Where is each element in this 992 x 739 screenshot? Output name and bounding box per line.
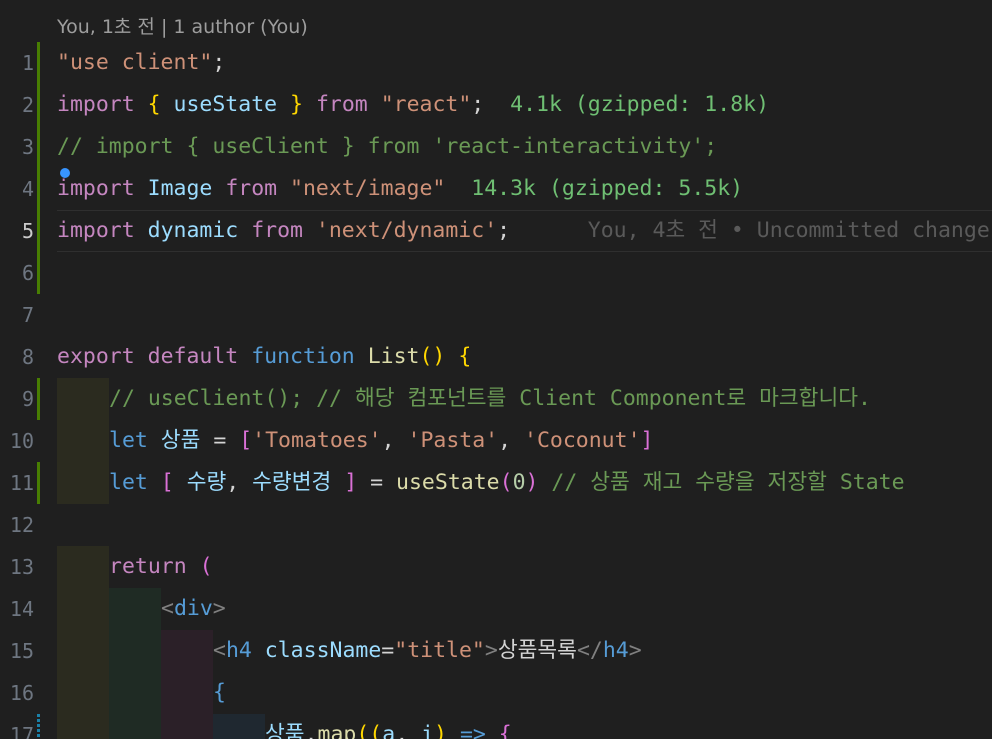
indent-guide [57,420,109,462]
codelens-authors[interactable]: You, 1초 전 | 1 author (You) [57,12,308,39]
indent-guide [109,630,161,672]
code-line[interactable]: 10 let 상품 = ['Tomatoes', 'Pasta', 'Cocon… [0,420,992,462]
code-line[interactable]: 13 return ( [0,546,992,588]
indent-guide [109,588,161,630]
code-line[interactable]: 2 import { useState } from "react"; 4.1k… [0,84,992,126]
git-blame-annotation: You, 4초 전 • Uncommitted changes [587,218,992,243]
line-number: 14 [9,597,34,621]
indent-guide [109,672,161,714]
code-line[interactable]: 15 <h4 className="title">상품목록</h4> [0,630,992,672]
indent-guide [161,630,213,672]
gutter-modified-marker[interactable] [37,714,40,739]
line-number: 15 [9,639,34,663]
indent-guide [161,672,213,714]
line-number: 16 [9,681,34,705]
line-number: 7 [21,303,34,327]
code-line[interactable]: 16 { [0,672,992,714]
line-number: 1 [21,51,34,75]
gutter-added-marker[interactable] [37,126,40,168]
indent-guide [213,714,265,739]
gutter-added-marker[interactable] [37,168,40,210]
gutter-added-marker[interactable] [37,252,40,294]
line-number: 5 [21,219,34,243]
code-line[interactable]: 7 [0,294,992,336]
gutter-added-marker[interactable] [37,210,40,252]
indent-guide [57,630,109,672]
line-number: 11 [9,471,34,495]
gutter-added-marker[interactable] [37,84,40,126]
indent-guide [57,672,109,714]
line-number: 10 [9,429,34,453]
line-number: 2 [21,93,34,117]
code-line[interactable]: 4 import Image from "next/image" 14.3k (… [0,168,992,210]
line-number: 8 [21,345,34,369]
code-line[interactable]: 14 <div> [0,588,992,630]
code-line[interactable]: 8 export default function List() { [0,336,992,378]
indent-guide [57,588,109,630]
import-cost-label: 4.1k (gzipped: 1.8k) [510,92,770,117]
code-line[interactable]: 6 [0,252,992,294]
gutter-added-marker[interactable] [37,42,40,84]
indent-guide [109,714,161,739]
indent-guide [57,546,109,588]
indent-guide [161,714,213,739]
gutter-added-marker[interactable] [37,378,40,420]
code-line[interactable]: 11 let [ 수량, 수량변경 ] = useState(0) // 상품 … [0,462,992,504]
code-line[interactable]: 9 // useClient(); // 해당 컴포넌트를 Client Com… [0,378,992,420]
code-line[interactable]: 3 // import { useClient } from 'react-in… [0,126,992,168]
line-number: 17 [9,723,34,739]
indent-guide [57,462,109,504]
code-line[interactable]: 17 상품.map((a, i) => { [0,714,992,739]
gutter-added-marker[interactable] [37,462,40,504]
line-number: 13 [9,555,34,579]
line-number: 4 [21,177,34,201]
line-number: 9 [21,387,34,411]
indent-guide [57,714,109,739]
lightbulb-icon[interactable] [60,168,70,178]
code-line[interactable]: 1 "use client"; [0,42,992,84]
import-cost-label: 14.3k (gzipped: 5.5k) [471,176,744,201]
line-number: 3 [21,135,34,159]
line-number: 6 [21,261,34,285]
line-number: 12 [9,513,34,537]
indent-guide [57,378,109,420]
code-line[interactable]: 12 [0,504,992,546]
code-line-current[interactable]: 5 import dynamic from 'next/dynamic'; Yo… [0,210,992,252]
